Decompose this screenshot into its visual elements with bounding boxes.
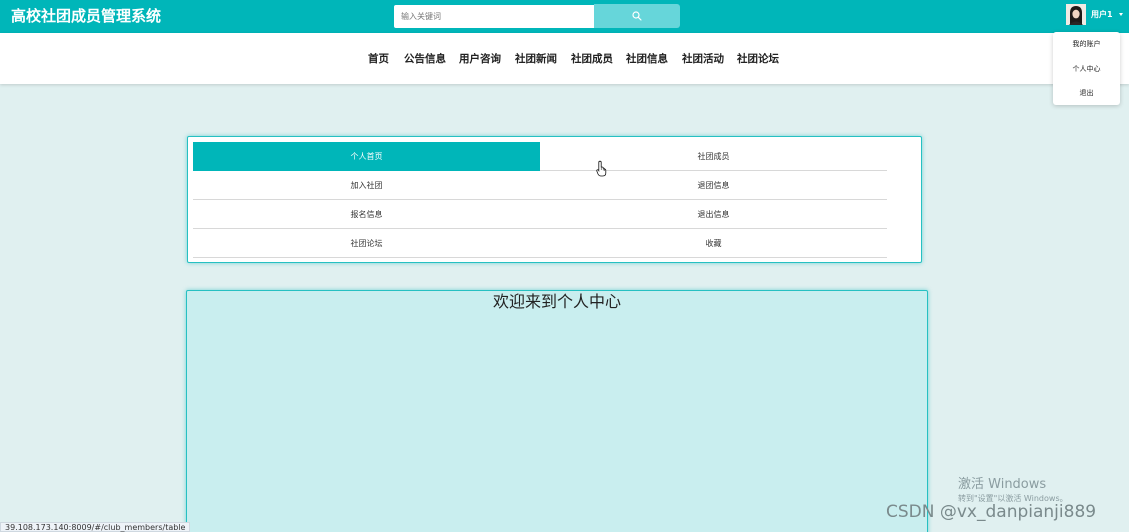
nav-item-club-forum[interactable]: 社团论坛	[737, 52, 779, 66]
hand-pointer-cursor-icon	[596, 160, 607, 177]
user-dropdown-menu: 我的账户 个人中心 退出	[1053, 32, 1120, 105]
caret-down-icon[interactable]	[1119, 13, 1123, 16]
menu-personal-home[interactable]: 个人首页	[193, 142, 540, 171]
menu-exit-info[interactable]: 退出信息	[540, 200, 887, 229]
site-title: 高校社团成员管理系统	[11, 7, 162, 25]
nav-item-club-info[interactable]: 社团信息	[626, 52, 668, 66]
user-name[interactable]: 用户1	[1091, 10, 1113, 20]
nav-item-user-consult[interactable]: 用户咨询	[459, 52, 501, 66]
personal-center-menu: 个人首页 社团成员 加入社团 退团信息 报名信息 退出信息 社团论坛 收藏	[187, 136, 922, 263]
top-header: 高校社团成员管理系统 用户1	[0, 0, 1129, 33]
user-avatar[interactable]	[1066, 4, 1086, 25]
menu-club-members[interactable]: 社团成员	[540, 142, 887, 171]
nav-item-announcements[interactable]: 公告信息	[404, 52, 446, 66]
menu-quit-club-info[interactable]: 退团信息	[540, 171, 887, 200]
dropdown-item-personal-center[interactable]: 个人中心	[1053, 64, 1120, 74]
menu-club-forum[interactable]: 社团论坛	[193, 229, 540, 258]
nav-item-club-news[interactable]: 社团新闻	[515, 52, 557, 66]
nav-item-club-members[interactable]: 社团成员	[571, 52, 613, 66]
nav-item-home[interactable]: 首页	[368, 52, 389, 66]
dropdown-item-logout[interactable]: 退出	[1053, 88, 1120, 98]
windows-activation-title: 激活 Windows	[958, 477, 1047, 492]
menu-signup-info[interactable]: 报名信息	[193, 200, 540, 229]
csdn-watermark: CSDN @vx_danpianji889	[886, 502, 1097, 522]
search-button[interactable]	[594, 4, 680, 28]
menu-favorites[interactable]: 收藏	[540, 229, 887, 258]
welcome-title: 欢迎来到个人中心	[492, 292, 621, 311]
status-bar-url: 39.108.173.140:8009/#/club_members/table	[0, 522, 191, 532]
welcome-panel: 欢迎来到个人中心	[186, 290, 928, 532]
nav-item-club-activities[interactable]: 社团活动	[682, 52, 724, 66]
main-nav: 首页 公告信息 用户咨询 社团新闻 社团成员 社团信息 社团活动 社团论坛	[0, 33, 1129, 84]
dropdown-item-my-account[interactable]: 我的账户	[1053, 39, 1120, 49]
menu-join-club[interactable]: 加入社团	[193, 171, 540, 200]
search-input[interactable]	[394, 5, 594, 28]
search-icon	[632, 11, 642, 21]
